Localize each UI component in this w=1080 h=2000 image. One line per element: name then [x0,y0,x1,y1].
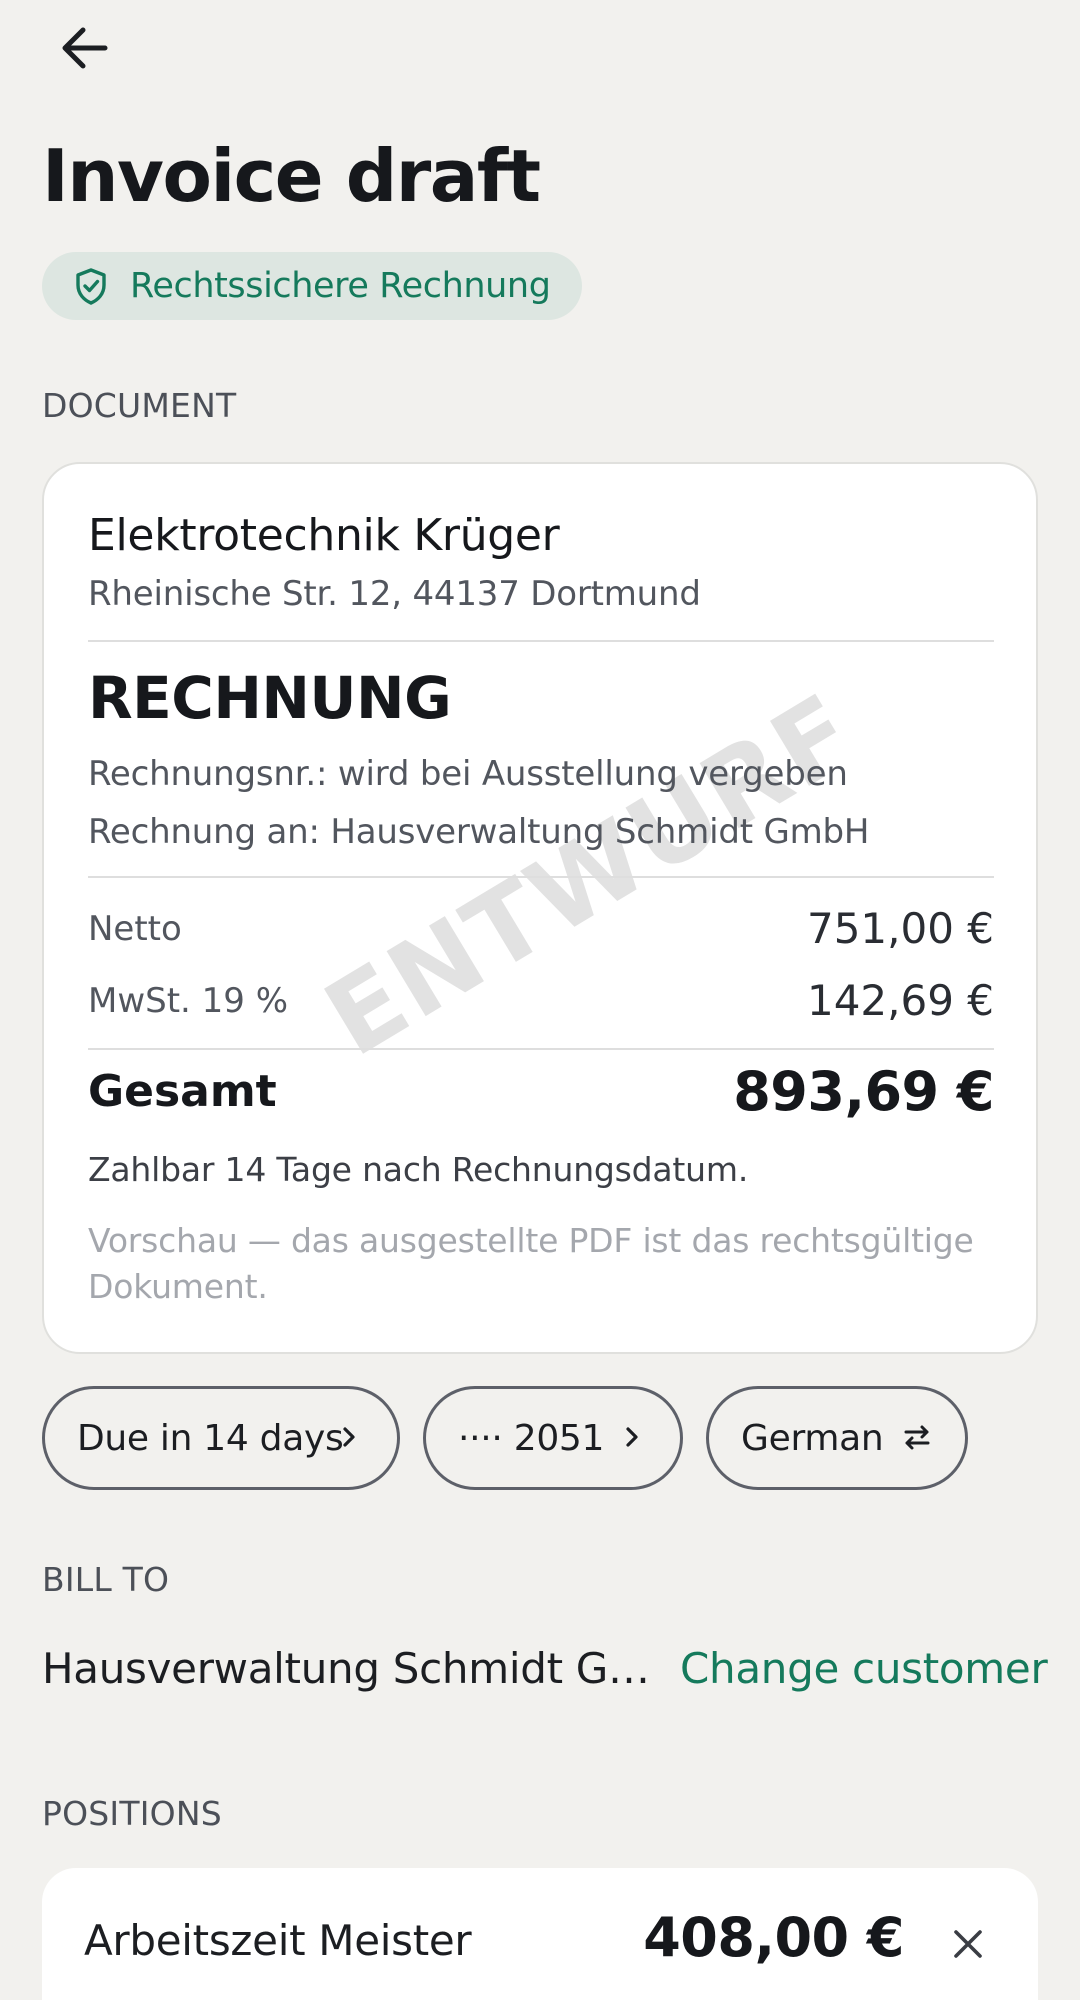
chip-label: German [741,1417,884,1459]
chip-label: ···· 2051 [458,1417,605,1459]
position-amount: 408,00 € [643,1906,904,1969]
section-label-bill-to: BILL TO [42,1560,170,1599]
change-customer-link[interactable]: Change customer [680,1644,1048,1693]
language-chip[interactable]: German [706,1386,968,1490]
net-row: Netto 751,00 € [88,904,994,953]
shield-check-icon [76,268,106,305]
invoice-preview-card: ENTWURF Elektrotechnik Krüger Rheinische… [42,462,1038,1354]
vat-label: MwSt. 19 % [88,980,289,1021]
divider [88,876,994,878]
total-row: Gesamt 893,69 € [88,1060,994,1123]
divider [88,1048,994,1050]
document-heading: RECHNUNG [88,664,452,732]
invoice-number: Rechnungsnr.: wird bei Ausstellung verge… [88,754,848,794]
bank-account-chip[interactable]: ···· 2051 [423,1386,683,1490]
net-label: Netto [88,908,182,949]
bill-to-line: Rechnung an: Hausverwaltung Schmidt GmbH [88,812,870,852]
total-label: Gesamt [88,1066,277,1117]
position-name: Arbeitszeit Meister [84,1916,472,1965]
payment-terms: Zahlbar 14 Tage nach Rechnungsdatum. [88,1150,749,1189]
section-label-positions: POSITIONS [42,1794,222,1833]
page-title: Invoice draft [42,134,541,218]
position-item[interactable]: Arbeitszeit Meister 408,00 € [42,1868,1038,2000]
back-button[interactable] [52,20,116,76]
legal-status-badge: Rechtssichere Rechnung [42,252,582,320]
due-date-chip[interactable]: Due in 14 days [42,1386,400,1490]
divider [88,640,994,642]
chip-label: Due in 14 days [77,1417,344,1459]
arrow-left-icon [62,27,108,69]
swap-arrows-icon [904,1425,930,1450]
vat-row: MwSt. 19 % 142,69 € [88,976,994,1025]
close-icon[interactable] [944,1920,992,1968]
preview-note: Vorschau — das ausgestellte PDF ist das … [88,1221,974,1306]
chevron-right-icon [626,1427,638,1447]
net-value: 751,00 € [806,904,994,953]
vat-value: 142,69 € [806,976,994,1025]
company-name: Elektrotechnik Krüger [88,510,560,561]
chevron-right-icon [343,1427,355,1447]
company-address: Rheinische Str. 12, 44137 Dortmund [88,574,701,614]
badge-label: Rechtssichere Rechnung [130,266,551,306]
section-label-document: DOCUMENT [42,386,237,425]
total-value: 893,69 € [733,1060,994,1123]
customer-name: Hausverwaltung Schmidt GmbH [42,1644,652,1693]
